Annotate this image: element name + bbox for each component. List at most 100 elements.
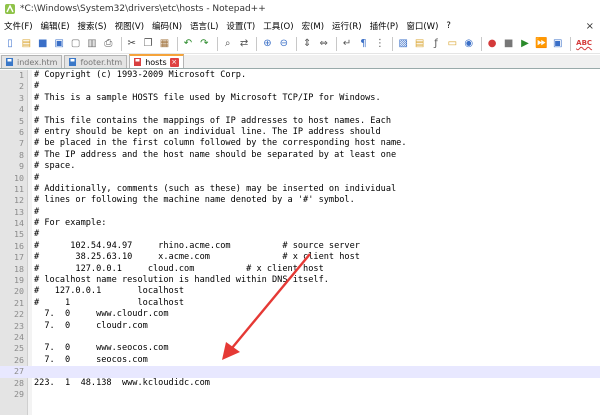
code-line[interactable]: 6 # entry should be kept on an individual… — [0, 127, 600, 138]
sync-horizontal-icon[interactable]: ⇔ — [317, 37, 331, 51]
save-macro-icon[interactable]: ▣ — [551, 37, 565, 51]
notepadpp-app-icon — [5, 4, 15, 14]
function-list-icon[interactable]: ƒ — [429, 37, 443, 51]
code-line[interactable]: 26 7. 0 seocos.com — [0, 355, 600, 366]
monitor-icon[interactable]: ◉ — [462, 37, 476, 51]
line-text: # entry should be kept on an individual … — [34, 126, 381, 137]
code-line[interactable]: 4 # — [0, 104, 600, 115]
code-line[interactable]: 27 — [0, 366, 600, 378]
code-line[interactable]: 22 7. 0 www.cloudr.com — [0, 309, 600, 320]
menu-item[interactable]: 插件(P) — [370, 20, 399, 32]
editor[interactable]: 1 # Copyright (c) 1993-2009 Microsoft Cor… — [0, 70, 600, 415]
line-number: 16 — [14, 240, 24, 251]
menu-item[interactable]: 语言(L) — [190, 20, 218, 32]
menu-item[interactable]: 工具(O) — [263, 20, 293, 32]
line-number: 26 — [14, 354, 24, 365]
folder-workspace-icon[interactable]: ▭ — [445, 37, 459, 51]
menu-item[interactable]: 编辑(E) — [41, 20, 70, 32]
code-line[interactable]: 2 # — [0, 81, 600, 92]
word-wrap-icon[interactable]: ↵ — [340, 37, 354, 51]
code-line[interactable]: 11 # Additionally, comments (such as thes… — [0, 184, 600, 195]
saved-file-icon — [6, 58, 13, 66]
tab-close-icon[interactable]: × — [169, 57, 179, 67]
line-text: # 1 localhost — [34, 297, 185, 308]
record-macro-icon[interactable]: ● — [485, 37, 499, 51]
line-number: 24 — [14, 331, 24, 342]
indent-guide-icon[interactable]: ⋮ — [373, 37, 387, 51]
find-icon[interactable]: ⌕ — [221, 37, 235, 51]
code-line[interactable]: 13 # — [0, 207, 600, 218]
code-line[interactable]: 19 # localhost name resolution is handled… — [0, 275, 600, 286]
menu-item[interactable]: 宏(M) — [302, 20, 324, 32]
close-all-icon[interactable]: ▥ — [85, 37, 99, 51]
cut-icon[interactable]: ✂ — [125, 37, 139, 51]
replace-icon[interactable]: ⇄ — [237, 37, 251, 51]
close-icon[interactable]: ▢ — [69, 37, 83, 51]
code-line[interactable]: 23 7. 0 cloudr.com — [0, 321, 600, 332]
toolbar-separator — [570, 36, 572, 51]
code-line[interactable]: 3 # This is a sample HOSTS file used by M… — [0, 93, 600, 104]
menu-item[interactable]: 编码(N) — [152, 20, 182, 32]
code-line[interactable]: 25 7. 0 www.seocos.com — [0, 343, 600, 354]
code-line[interactable]: 14 # For example: — [0, 218, 600, 229]
open-file-icon[interactable]: ▤ — [19, 37, 33, 51]
run-macro-multiple-icon[interactable]: ⏩ — [534, 37, 548, 51]
sync-vertical-icon[interactable]: ⇕ — [300, 37, 314, 51]
code-line[interactable]: 10 # — [0, 173, 600, 184]
line-text: 7. 0 www.cloudr.com — [34, 309, 169, 320]
print-icon[interactable]: ⎙ — [101, 37, 115, 51]
tab-footer-htm[interactable]: footer.htm — [64, 55, 128, 68]
code-line[interactable]: 28 223. 1 48.138 www.kcloudidc.com — [0, 378, 600, 389]
code-line[interactable]: 8 # The IP address and the host name shou… — [0, 150, 600, 161]
undo-icon[interactable]: ↶ — [181, 37, 195, 51]
code-line[interactable]: 1 # Copyright (c) 1993-2009 Microsoft Cor… — [0, 70, 600, 81]
save-icon[interactable]: ■ — [36, 37, 50, 51]
doc-map-icon[interactable]: ▤ — [413, 37, 427, 51]
code-line[interactable]: 16 # 102.54.94.97 rhino.acme.com # source… — [0, 241, 600, 252]
close-document-icon[interactable]: × — [586, 21, 594, 32]
menu-item[interactable]: 视图(V) — [115, 20, 144, 32]
code-line[interactable]: 5 # This file contains the mappings of IP… — [0, 116, 600, 127]
spellcheck-icon[interactable]: ABC — [574, 37, 594, 51]
menu-item[interactable]: 搜索(S) — [78, 20, 107, 32]
code-line[interactable]: 9 # space. — [0, 161, 600, 172]
line-number: 28 — [14, 377, 24, 388]
code-line[interactable]: 21 # 1 localhost — [0, 298, 600, 309]
zoom-in-icon[interactable]: ⊕ — [260, 37, 274, 51]
user-lang-icon[interactable]: ▧ — [396, 37, 410, 51]
line-text: # This file contains the mappings of IP … — [34, 115, 391, 126]
code-line[interactable]: 15 # — [0, 229, 600, 240]
code-line[interactable]: 7 # be placed in the first column followe… — [0, 138, 600, 149]
new-file-icon[interactable]: ▯ — [3, 37, 17, 51]
toolbar-separator — [176, 36, 178, 51]
toolbar-separator — [392, 36, 394, 51]
code-line[interactable]: 29 — [0, 389, 600, 400]
menu-item[interactable]: 设置(T) — [226, 20, 255, 32]
save-all-icon[interactable]: ▣ — [52, 37, 66, 51]
code-line[interactable]: 20 # 127.0.0.1 localhost — [0, 286, 600, 297]
code-line[interactable]: 24 — [0, 332, 600, 343]
line-text: # localhost name resolution is handled w… — [34, 275, 329, 286]
tab-hosts[interactable]: hosts × — [129, 54, 184, 68]
line-number: 5 — [19, 115, 24, 126]
copy-icon[interactable]: ❐ — [141, 37, 155, 51]
redo-icon[interactable]: ↷ — [197, 37, 211, 51]
stop-macro-icon[interactable]: ■ — [502, 37, 516, 51]
code-line[interactable]: 12 # lines or following the machine name … — [0, 195, 600, 206]
play-macro-icon[interactable]: ▶ — [518, 37, 532, 51]
menu-item[interactable]: 文件(F) — [4, 20, 33, 32]
line-text: 7. 0 seocos.com — [34, 354, 148, 365]
line-text: # 102.54.94.97 rhino.acme.com # source s… — [34, 240, 360, 251]
title-bar: *C:\Windows\System32\drivers\etc\hosts -… — [0, 0, 600, 18]
tab-index-htm[interactable]: index.htm — [1, 55, 63, 68]
zoom-out-icon[interactable]: ⊖ — [277, 37, 291, 51]
menu-item[interactable]: ? — [446, 21, 451, 31]
paste-icon[interactable]: ▦ — [158, 37, 172, 51]
menu-item[interactable]: 运行(R) — [332, 20, 362, 32]
code-line[interactable]: 18 # 127.0.0.1 cloud.com # x client host — [0, 264, 600, 275]
menu-item[interactable]: 窗口(W) — [406, 20, 438, 32]
code-line[interactable]: 17 # 38.25.63.10 x.acme.com # x client ho… — [0, 252, 600, 263]
show-all-chars-icon[interactable]: ¶ — [356, 37, 370, 51]
line-text: # For example: — [34, 218, 107, 229]
saved-file-icon — [69, 58, 77, 66]
